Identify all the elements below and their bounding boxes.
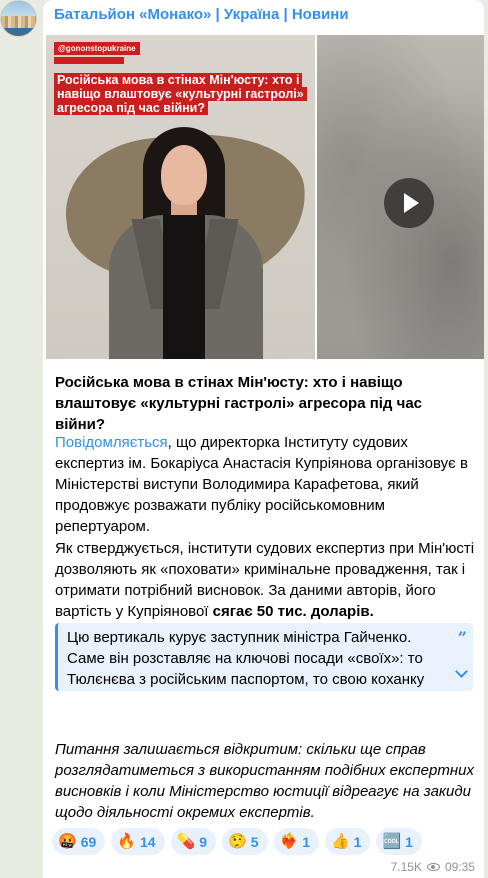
image-tag-bar — [54, 57, 124, 64]
message-bubble: Батальйон «Монако» | Україна | Новини @g… — [43, 0, 484, 878]
view-count: 7.15K — [390, 860, 422, 874]
post-paragraph-1: Повідомляється, що директорка Інституту … — [55, 432, 475, 537]
channel-name[interactable]: Батальйон «Монако» | Україна | Новини — [54, 6, 349, 23]
avatar-sea — [1, 28, 36, 36]
woman-face — [161, 145, 207, 205]
source-link[interactable]: Повідомляється — [55, 434, 168, 451]
cool-button-icon: 🆒 — [382, 833, 402, 850]
angry-face-icon: 🤬 — [58, 833, 77, 850]
lying-face-icon: 🤥 — [228, 833, 247, 850]
reaction-thumbs-up[interactable]: 👍 1 — [324, 828, 371, 855]
reaction-lying-face[interactable]: 🤥 5 — [222, 828, 268, 855]
eye-icon — [426, 863, 440, 871]
quote-text: Цю вертикаль курує заступник міністра Га… — [67, 629, 425, 688]
channel-avatar[interactable] — [0, 0, 37, 37]
reaction-count: 9 — [199, 833, 208, 850]
reaction-count: 1 — [353, 833, 362, 850]
reaction-cool[interactable]: 🆒 1 — [376, 828, 422, 855]
video-preview[interactable] — [317, 35, 484, 359]
woman-photo — [101, 127, 271, 359]
reaction-count: 69 — [80, 833, 97, 850]
reaction-heart-on-fire[interactable]: ❤️‍🔥 1 — [273, 828, 319, 855]
reaction-count: 1 — [405, 833, 413, 850]
play-button[interactable] — [384, 178, 434, 228]
chevron-down-icon[interactable] — [455, 665, 468, 678]
reaction-count: 14 — [139, 833, 156, 850]
play-icon — [403, 193, 419, 213]
post-paragraph-3: Питання залишається відкритим: скільки щ… — [55, 741, 474, 821]
reactions-bar: 🤬 69 🔥 14 💊 9 🤥 5 ❤️‍🔥 1 👍 1 🆒 1 — [52, 828, 422, 855]
avatar-sky — [1, 1, 36, 17]
fire-icon: 🔥 — [117, 833, 136, 850]
reaction-pill[interactable]: 💊 9 — [170, 828, 217, 855]
media-album: @gononstopukraine Російська мова в стіна… — [46, 35, 484, 359]
image-headline-text: Російська мова в стінах Мін'юсту: хто і … — [54, 73, 307, 115]
reaction-count: 1 — [302, 833, 310, 850]
message-time: 09:35 — [444, 860, 475, 874]
woman-shirt — [163, 215, 205, 359]
heart-on-fire-icon: ❤️‍🔥 — [279, 833, 299, 850]
thumbs-up-icon: 👍 — [330, 833, 350, 850]
blockquote[interactable]: Цю вертикаль курує заступник міністра Га… — [55, 623, 473, 691]
reaction-angry[interactable]: 🤬 69 — [52, 828, 106, 855]
image-headline: Російська мова в стінах Мін'юсту: хто і … — [54, 73, 307, 115]
quote-icon: ” — [457, 628, 467, 647]
photo-preview[interactable]: @gononstopukraine Російська мова в стіна… — [46, 35, 315, 359]
message-footer: 7.15K 09:35 — [391, 860, 475, 874]
reaction-count: 5 — [250, 833, 259, 850]
image-handle: @gononstopukraine — [54, 42, 140, 55]
post-paragraph-2: Як стверджується, інститути судових експ… — [55, 538, 475, 622]
paragraph-2-bold: сягає 50 тис. доларів. — [212, 603, 374, 620]
post-title: Російська мова в стінах Мін'юсту: хто і … — [55, 374, 423, 433]
pill-icon: 💊 — [176, 833, 196, 850]
reaction-fire[interactable]: 🔥 14 — [111, 828, 165, 855]
